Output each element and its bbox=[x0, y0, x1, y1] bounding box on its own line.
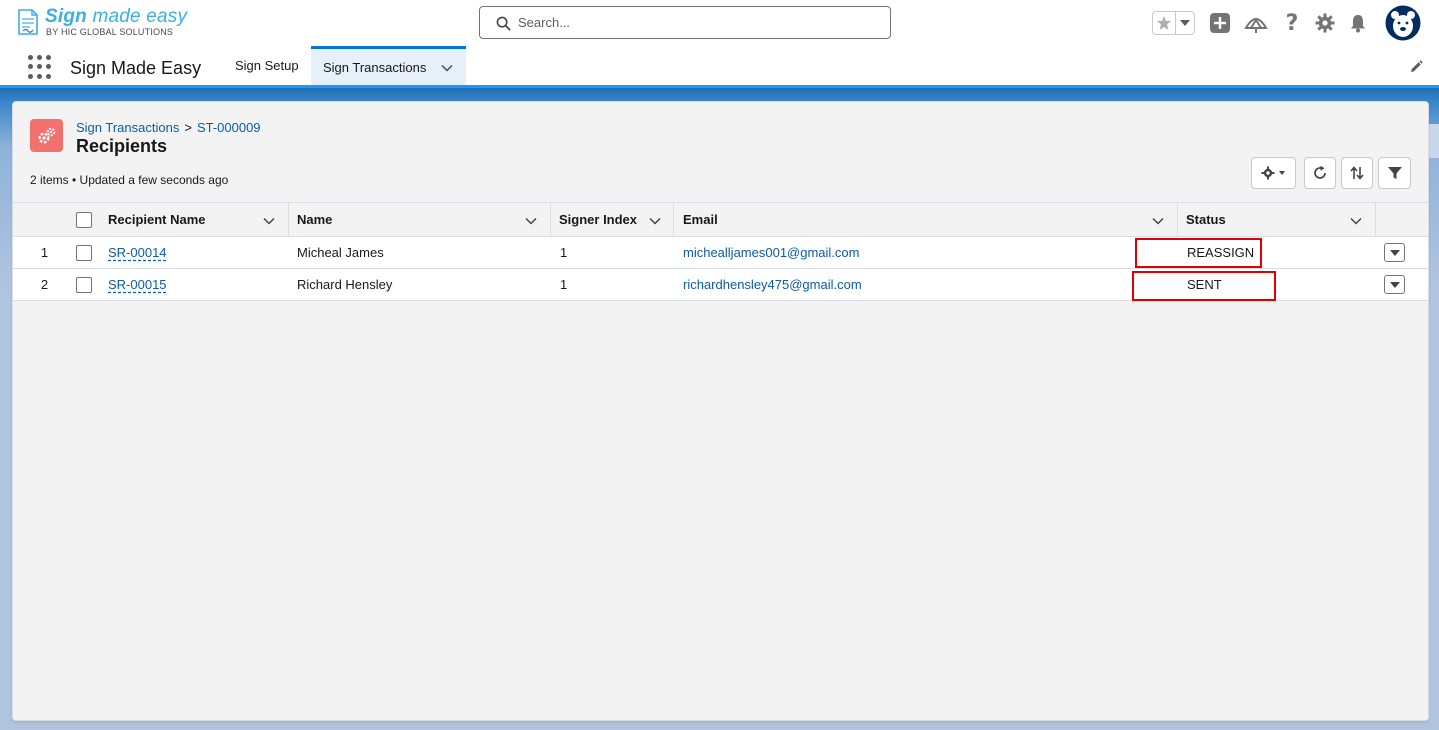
column-header-label: Status bbox=[1186, 212, 1226, 227]
column-header-label: Name bbox=[297, 212, 333, 227]
row-actions-cell bbox=[1384, 237, 1414, 268]
add-icon[interactable] bbox=[1208, 0, 1232, 46]
favorites-star-icon[interactable] bbox=[1153, 12, 1175, 34]
column-header-label: Signer Index bbox=[559, 212, 638, 227]
app-logo[interactable]: Sign made easy BY HIC GLOBAL SOLUTIONS bbox=[17, 6, 197, 40]
app-name: Sign Made Easy bbox=[70, 58, 202, 78]
app-navigation-bar: Sign Made Easy Sign Setup Sign Transacti… bbox=[0, 46, 1439, 88]
select-all-checkbox[interactable] bbox=[76, 211, 92, 228]
chevron-down-icon bbox=[1389, 281, 1400, 288]
signer-index-cell: 1 bbox=[560, 245, 568, 260]
chevron-down-icon[interactable] bbox=[262, 214, 276, 228]
table-header-row: Recipient Name Name Signer Index Email S… bbox=[13, 202, 1428, 238]
logo-title-bold: Sign bbox=[45, 6, 87, 27]
recipient-record-link[interactable]: SR-00015 bbox=[108, 277, 167, 292]
row-actions-dropdown[interactable] bbox=[1384, 243, 1405, 262]
name-cell: Richard Hensley bbox=[297, 277, 393, 292]
column-divider[interactable] bbox=[1375, 203, 1376, 238]
column-divider[interactable] bbox=[673, 203, 674, 238]
name-cell: Micheal James bbox=[297, 245, 384, 260]
search-icon bbox=[496, 16, 511, 31]
chevron-down-icon[interactable] bbox=[648, 214, 662, 228]
favorites-button-group bbox=[1152, 11, 1195, 35]
column-header-name[interactable]: Name bbox=[297, 203, 547, 236]
row-actions-cell bbox=[1384, 269, 1414, 300]
recipient-name-cell: SR-00014 bbox=[108, 237, 288, 268]
breadcrumb-link-record[interactable]: ST-000009 bbox=[197, 120, 261, 135]
email-cell: michealljames001@gmail.com bbox=[683, 237, 1133, 268]
chevron-down-icon[interactable] bbox=[1151, 214, 1165, 228]
tab-sign-transactions[interactable]: Sign Transactions bbox=[311, 46, 466, 85]
sort-button[interactable] bbox=[1341, 157, 1373, 189]
status-highlight-box bbox=[1135, 238, 1262, 268]
email-link[interactable]: michealljames001@gmail.com bbox=[683, 245, 859, 260]
logo-subtitle: BY HIC GLOBAL SOLUTIONS bbox=[46, 27, 174, 37]
row-number: 2 bbox=[40, 277, 49, 292]
logo-title-rest: made easy bbox=[92, 6, 188, 27]
document-logo-icon bbox=[18, 9, 38, 35]
chevron-down-icon[interactable] bbox=[524, 214, 538, 228]
row-actions-dropdown[interactable] bbox=[1384, 275, 1405, 294]
help-icon[interactable]: ? bbox=[1281, 0, 1303, 46]
edit-nav-pencil-icon[interactable] bbox=[1409, 60, 1423, 74]
column-divider[interactable] bbox=[550, 203, 551, 238]
notifications-bell-icon[interactable] bbox=[1346, 0, 1370, 46]
column-divider[interactable] bbox=[288, 203, 289, 238]
tab-label: Sign Setup bbox=[235, 58, 299, 73]
search-input[interactable] bbox=[518, 8, 878, 37]
chevron-down-icon bbox=[1389, 249, 1400, 256]
page-title: Recipients bbox=[76, 136, 168, 156]
row-checkbox[interactable] bbox=[76, 244, 92, 261]
refresh-button[interactable] bbox=[1304, 157, 1336, 189]
tab-label: Sign Transactions bbox=[323, 59, 427, 75]
row-number: 1 bbox=[40, 245, 49, 260]
logo-title: Sign made easy bbox=[45, 6, 187, 28]
setup-gear-icon[interactable] bbox=[1313, 0, 1337, 46]
row-checkbox[interactable] bbox=[76, 276, 92, 293]
select-all-cell bbox=[76, 203, 106, 236]
column-header-status[interactable]: Status bbox=[1186, 203, 1336, 236]
breadcrumb-link-parent[interactable]: Sign Transactions bbox=[76, 120, 179, 135]
trailhead-icon[interactable] bbox=[1243, 0, 1269, 46]
app-launcher-icon[interactable] bbox=[28, 55, 52, 79]
avatar[interactable] bbox=[1384, 0, 1422, 46]
favorites-dropdown-icon[interactable] bbox=[1175, 12, 1194, 34]
recipient-name-cell: SR-00015 bbox=[108, 269, 288, 300]
object-gears-icon bbox=[30, 119, 63, 152]
chevron-down-icon[interactable] bbox=[1349, 214, 1363, 228]
column-header-label: Recipient Name bbox=[108, 212, 206, 227]
email-link[interactable]: richardhensley475@gmail.com bbox=[683, 277, 862, 292]
recipient-record-link[interactable]: SR-00014 bbox=[108, 245, 167, 260]
column-divider[interactable] bbox=[1177, 203, 1178, 238]
column-header-signer-index[interactable]: Signer Index bbox=[559, 203, 659, 236]
breadcrumb-separator: > bbox=[184, 120, 192, 135]
related-list-card: Sign Transactions > ST-000009 Recipients 2… bbox=[12, 101, 1429, 721]
column-header-label: Email bbox=[683, 212, 718, 227]
chevron-down-icon[interactable] bbox=[440, 61, 454, 75]
row-select-cell bbox=[76, 269, 106, 300]
row-select-cell bbox=[76, 237, 106, 268]
global-header: Sign made easy BY HIC GLOBAL SOLUTIONS ? bbox=[0, 0, 1439, 46]
status-highlight-box bbox=[1132, 271, 1276, 301]
tab-sign-setup[interactable]: Sign Setup bbox=[223, 46, 311, 85]
list-settings-button[interactable] bbox=[1251, 157, 1296, 189]
column-header-email[interactable]: Email bbox=[683, 203, 1133, 236]
email-cell: richardhensley475@gmail.com bbox=[683, 269, 1133, 300]
breadcrumb: Sign Transactions > ST-000009 bbox=[76, 120, 261, 135]
filter-button[interactable] bbox=[1378, 157, 1411, 189]
global-search[interactable] bbox=[479, 6, 891, 39]
list-meta-info: 2 items • Updated a few seconds ago bbox=[30, 173, 229, 187]
signer-index-cell: 1 bbox=[560, 277, 568, 292]
